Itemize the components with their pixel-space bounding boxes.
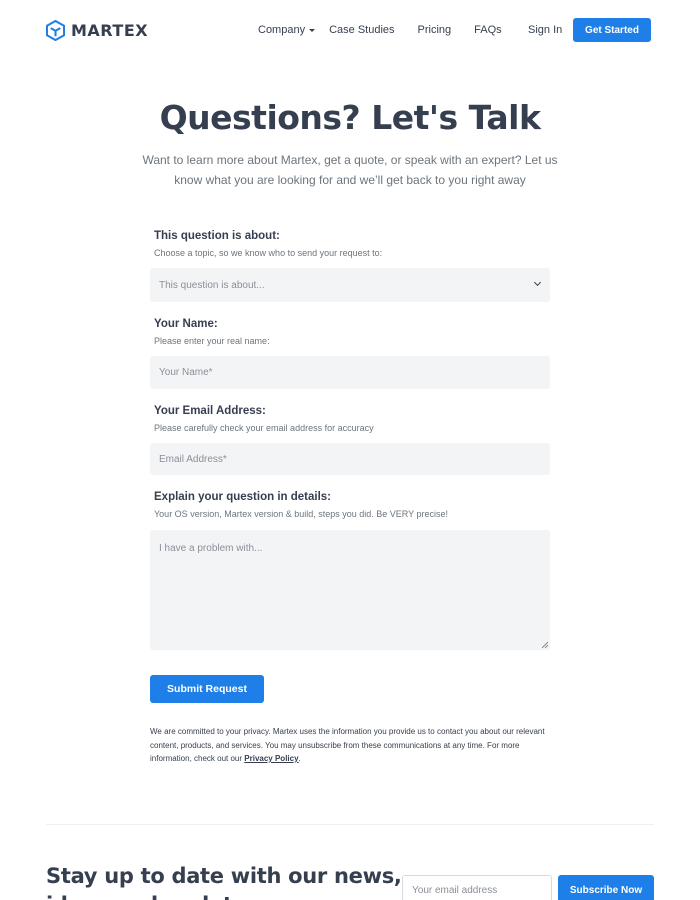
details-label: Explain your question in details: <box>154 491 331 503</box>
nav-item-label: FAQs <box>474 24 502 36</box>
site-header: MARTEX Company Case Studies Pricing FAQs… <box>0 0 700 62</box>
section-divider <box>46 824 654 825</box>
caret-down-icon <box>309 28 316 32</box>
get-started-button[interactable]: Get Started <box>573 18 651 42</box>
email-input-placeholder: Email Address* <box>159 453 227 465</box>
nav-item-faqs[interactable]: FAQs <box>474 24 502 36</box>
page-title: Questions? Let's Talk <box>159 98 541 137</box>
page-subtitle: Want to learn more about Martex, get a q… <box>142 153 558 187</box>
name-hint: Please enter your real name: <box>154 336 270 346</box>
details-textarea[interactable]: I have a problem with... <box>150 530 550 650</box>
logo-cube-icon <box>46 20 65 41</box>
privacy-text: We are committed to your privacy. Martex… <box>150 727 545 763</box>
topic-select-value: This question is about... <box>159 279 265 291</box>
newsletter-email-placeholder: Your email address <box>412 884 498 896</box>
name-input-placeholder: Your Name* <box>159 367 213 378</box>
name-input[interactable]: Your Name* <box>150 356 550 389</box>
nav-item-case-studies[interactable]: Case Studies <box>329 24 394 36</box>
privacy-policy-link[interactable]: Privacy Policy <box>244 754 298 763</box>
name-label: Your Name: <box>154 318 218 330</box>
privacy-end: . <box>298 754 301 763</box>
submit-request-button[interactable]: Submit Request <box>150 675 264 703</box>
newsletter-email-input[interactable]: Your email address <box>402 875 552 900</box>
nav-item-pricing[interactable]: Pricing <box>418 24 452 36</box>
nav-item-label: Pricing <box>417 24 452 36</box>
sign-in-link[interactable]: Sign In <box>528 24 562 36</box>
details-hint: Your OS version, Martex version & build,… <box>154 509 448 519</box>
chevron-down-icon <box>533 278 542 287</box>
topic-label: This question is about: <box>154 230 280 242</box>
subscribe-button[interactable]: Subscribe Now <box>558 875 654 900</box>
resize-handle-icon[interactable] <box>542 642 548 648</box>
email-label: Your Email Address: <box>154 405 266 417</box>
brand-logo[interactable]: MARTEX <box>46 20 148 41</box>
topic-select[interactable]: This question is about... <box>150 268 550 302</box>
privacy-notice: We are committed to your privacy. Martex… <box>150 725 560 766</box>
nav-item-label: Company <box>258 24 306 36</box>
main-nav: Company Case Studies Pricing FAQs <box>258 24 502 36</box>
nav-item-label: Case Studies <box>329 24 395 36</box>
email-input[interactable]: Email Address* <box>150 443 550 475</box>
details-textarea-placeholder: I have a problem with... <box>159 543 263 554</box>
email-hint: Please carefully check your email addres… <box>154 423 374 433</box>
nav-item-company[interactable]: Company <box>258 24 316 36</box>
brand-name: MARTEX <box>71 21 149 40</box>
newsletter-title: Stay up to date with our news, ideas and… <box>46 864 402 900</box>
topic-hint: Choose a topic, so we know who to send y… <box>154 248 383 258</box>
